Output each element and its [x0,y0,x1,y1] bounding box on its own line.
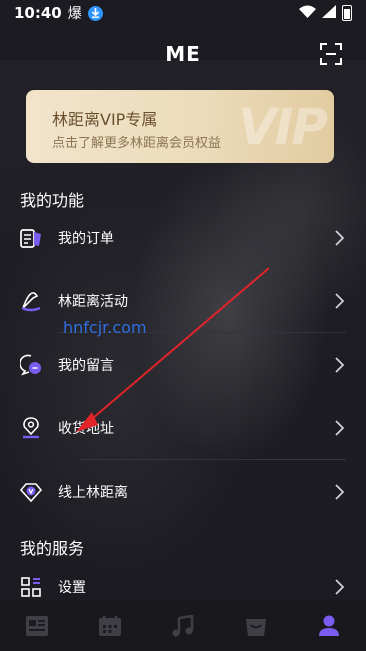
person-icon [319,615,340,636]
annotation-arrow [76,267,270,432]
calendar-tab[interactable] [95,611,125,641]
shop-tab[interactable] [241,611,271,641]
music-tab[interactable] [168,611,198,641]
profile-tab[interactable] [314,611,344,641]
shopping-bag-icon [246,618,267,636]
bottom-tab-bar [0,600,366,651]
calendar-icon [98,615,121,636]
music-note-icon [172,614,194,636]
newspaper-icon [25,615,48,636]
news-tab[interactable] [22,611,52,641]
